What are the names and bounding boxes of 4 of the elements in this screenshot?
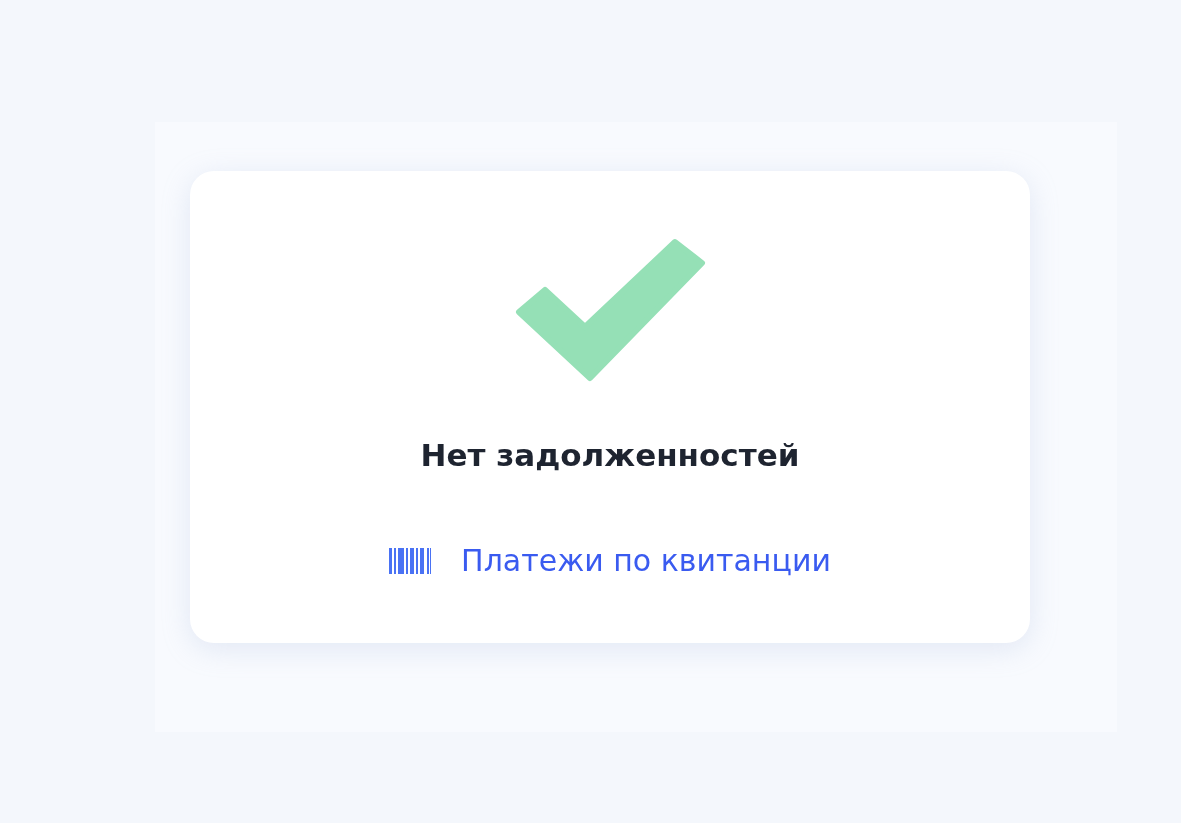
status-title: Нет задолженностей	[420, 436, 800, 475]
checkmark-icon	[514, 238, 706, 383]
receipt-payments-link[interactable]: Платежи по квитанции	[461, 543, 831, 579]
barcode-icon	[389, 548, 432, 574]
